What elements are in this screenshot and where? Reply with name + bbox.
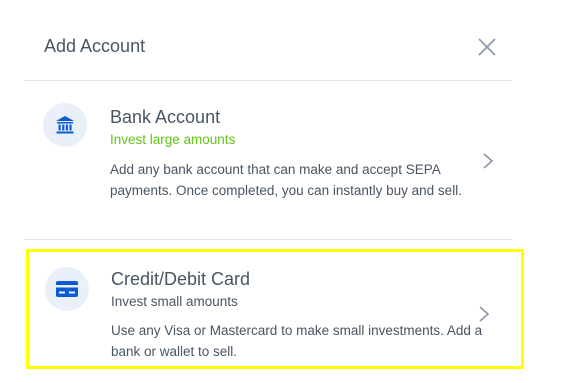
credit-debit-card-subtitle: Invest small amounts <box>111 294 238 309</box>
modal-title: Add Account <box>44 36 146 56</box>
credit-card-icon <box>56 281 78 297</box>
close-icon <box>478 38 496 56</box>
modal-header: Add Account <box>24 0 512 81</box>
credit-debit-card-option[interactable]: Credit/Debit Card Invest small amounts U… <box>26 249 524 369</box>
bank-account-title: Bank Account <box>110 107 221 127</box>
credit-card-icon-container <box>45 267 89 311</box>
bank-account-option[interactable]: Bank Account Invest large amounts Add an… <box>24 81 512 240</box>
close-button[interactable] <box>476 36 498 58</box>
chevron-right-icon <box>483 153 494 169</box>
credit-debit-card-description: Use any Visa or Mastercard to make small… <box>111 323 483 359</box>
chevron-right-icon <box>479 306 490 322</box>
bank-icon <box>56 116 74 134</box>
add-account-modal: Add Account Bank Account Invest large am… <box>0 0 561 383</box>
bank-account-subtitle: Invest large amounts <box>110 132 236 147</box>
credit-debit-card-title: Credit/Debit Card <box>111 269 251 289</box>
bank-account-description: Add any bank account that can make and a… <box>110 162 462 198</box>
bank-icon-container <box>43 103 87 147</box>
